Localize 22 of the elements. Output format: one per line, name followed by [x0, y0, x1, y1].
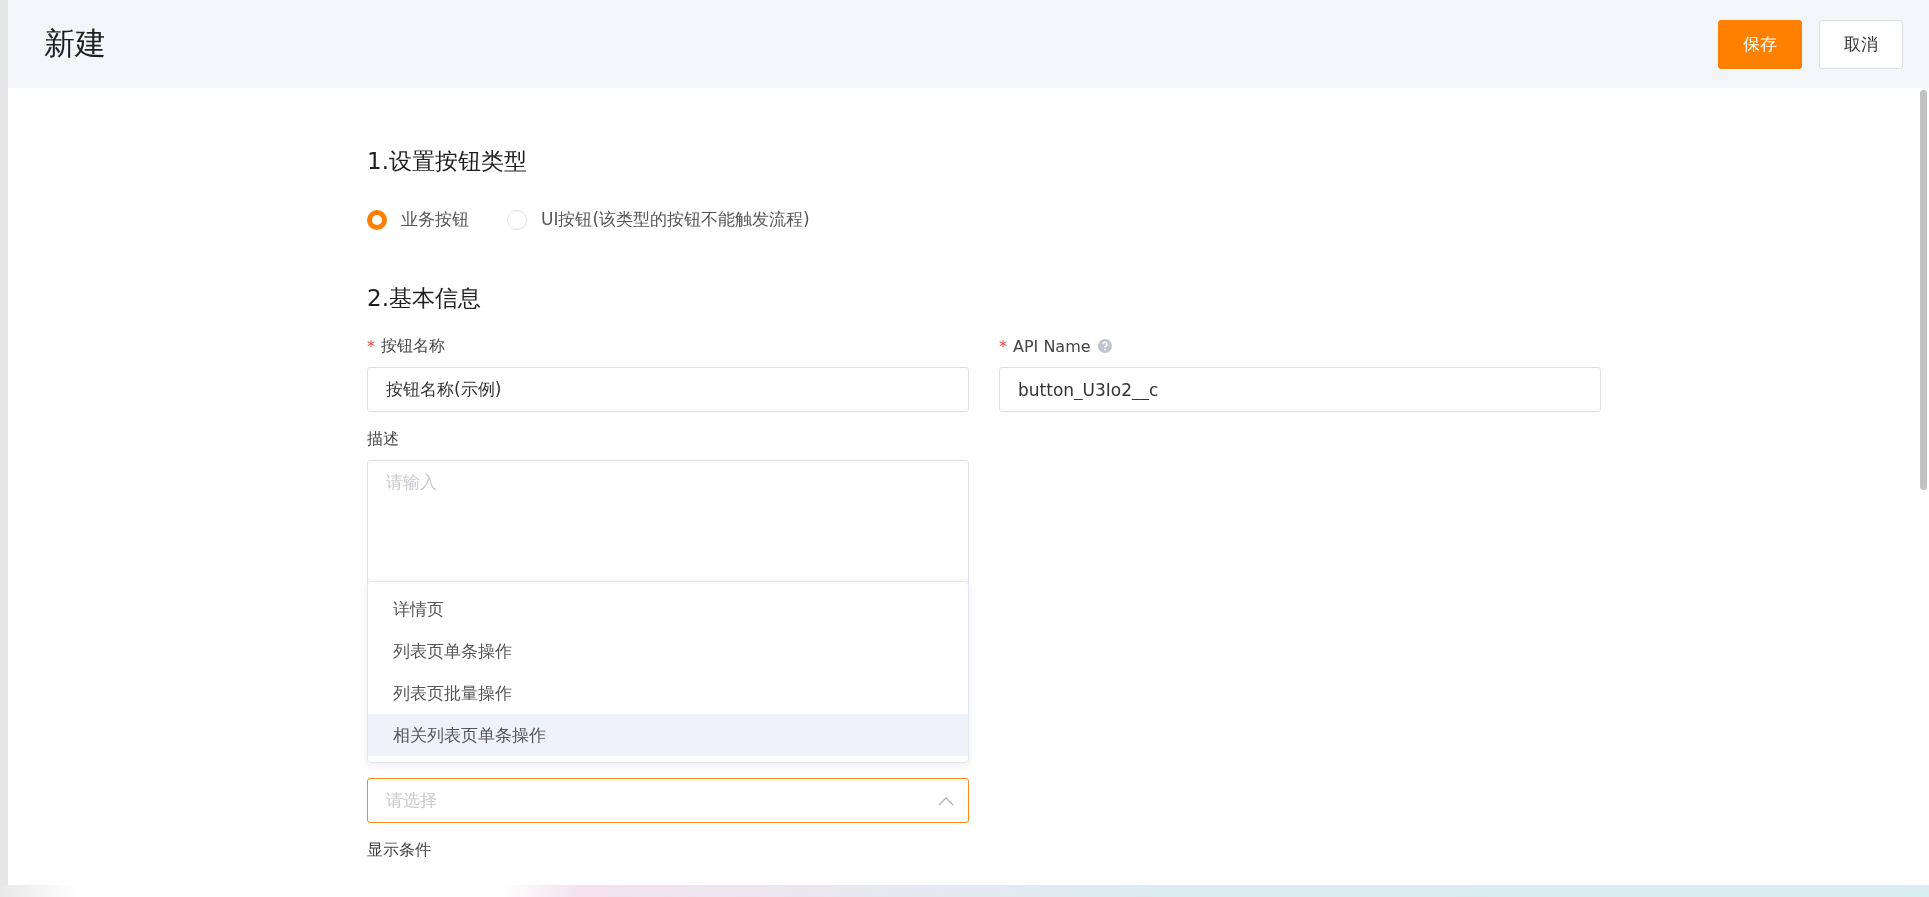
field-label: 描述: [367, 428, 399, 450]
dropdown-option[interactable]: 列表页单条操作: [368, 630, 968, 672]
scrollbar[interactable]: [1920, 90, 1927, 490]
radio-label: UI按钮(该类型的按钮不能触发流程): [541, 208, 810, 231]
help-icon[interactable]: [1096, 338, 1113, 354]
dropdown-option[interactable]: 列表页批量操作: [368, 672, 968, 714]
required-mark: *: [367, 336, 375, 356]
field-label: 显示条件: [367, 839, 431, 861]
cancel-button[interactable]: 取消: [1819, 19, 1903, 69]
section-title: 2.基本信息: [367, 284, 482, 313]
dropdown-option[interactable]: 详情页: [368, 588, 968, 630]
api-name-field[interactable]: button_U3Io2__c: [999, 367, 1601, 412]
chevron-up-icon: [938, 795, 954, 806]
required-mark: *: [999, 336, 1007, 356]
page-title: 新建: [44, 24, 107, 63]
radio-button[interactable]: [367, 209, 387, 230]
dropdown-option[interactable]: 相关列表页单条操作: [368, 714, 968, 756]
field-label: API Name: [1013, 336, 1091, 356]
section-title: 1.设置按钮类型: [367, 147, 528, 176]
field-label: 按钮名称: [381, 335, 445, 357]
name-field[interactable]: 按钮名称(示例): [367, 367, 969, 412]
radio-label: 业务按钮: [401, 208, 469, 231]
